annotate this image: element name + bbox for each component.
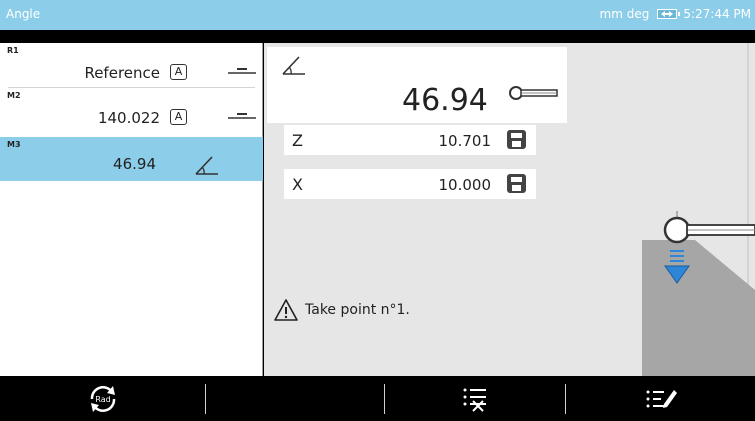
refresh-rad-icon: Rad bbox=[90, 385, 115, 412]
mode-a-icon: A bbox=[170, 109, 187, 125]
axis-label: X bbox=[292, 175, 303, 194]
measurement-area: 46.94 Z 10.701 X 10.000 Take point n°1. bbox=[264, 43, 755, 376]
status-area: mm deg 5:27:44 PM bbox=[600, 7, 751, 21]
element-tag: M3 bbox=[7, 140, 21, 149]
element-value: Reference bbox=[84, 64, 160, 82]
coord-value: 10.000 bbox=[438, 176, 492, 194]
rad-label: Rad bbox=[95, 395, 110, 404]
element-tag: M2 bbox=[7, 91, 21, 100]
bottom-toolbar: Rad bbox=[0, 376, 755, 421]
instruction-text: Take point n°1. bbox=[305, 302, 410, 318]
angle-icon bbox=[282, 56, 305, 75]
flatness-icon bbox=[228, 68, 256, 74]
title-bar: Angle mm deg 5:27:44 PM bbox=[0, 0, 755, 30]
element-tag: R1 bbox=[7, 46, 19, 55]
rad-toggle-button[interactable]: Rad bbox=[0, 376, 205, 421]
element-value: 46.94 bbox=[113, 155, 156, 173]
result-value: 46.94 bbox=[402, 83, 488, 118]
list-item-m3[interactable]: M3 46.94 bbox=[0, 137, 263, 181]
edit-list-button[interactable] bbox=[566, 376, 755, 421]
units-label: mm deg bbox=[599, 7, 650, 21]
list-item-r1[interactable]: R1 Reference A bbox=[0, 43, 263, 88]
coord-value: 10.701 bbox=[438, 132, 492, 150]
warning-icon bbox=[274, 299, 298, 321]
clock: 5:27:44 PM bbox=[683, 7, 751, 21]
result-box: 46.94 bbox=[267, 47, 567, 123]
probe-stage-illustration bbox=[642, 43, 755, 376]
angle-icon bbox=[195, 156, 218, 175]
power-icon bbox=[657, 9, 681, 19]
probe-icon bbox=[509, 86, 558, 100]
coord-row-z: Z 10.701 bbox=[284, 125, 536, 155]
coord-row-x: X 10.000 bbox=[284, 169, 536, 199]
window-title: Angle bbox=[6, 7, 41, 21]
mode-a-icon: A bbox=[170, 64, 187, 80]
list-item-m2[interactable]: M2 140.022 A bbox=[0, 88, 263, 133]
list-edit-icon bbox=[646, 389, 677, 408]
axis-label: Z bbox=[292, 131, 303, 150]
element-list: R1 Reference A M2 140.022 A M3 46.94 bbox=[0, 43, 263, 376]
save-icon[interactable] bbox=[507, 130, 526, 149]
flatness-icon bbox=[228, 113, 256, 119]
save-icon[interactable] bbox=[507, 174, 526, 193]
instruction-message: Take point n°1. bbox=[273, 298, 410, 322]
empty-toolbar-slot bbox=[206, 376, 384, 421]
list-delete-icon bbox=[463, 388, 486, 412]
delete-points-button[interactable] bbox=[385, 376, 565, 421]
element-value: 140.022 bbox=[97, 109, 160, 127]
